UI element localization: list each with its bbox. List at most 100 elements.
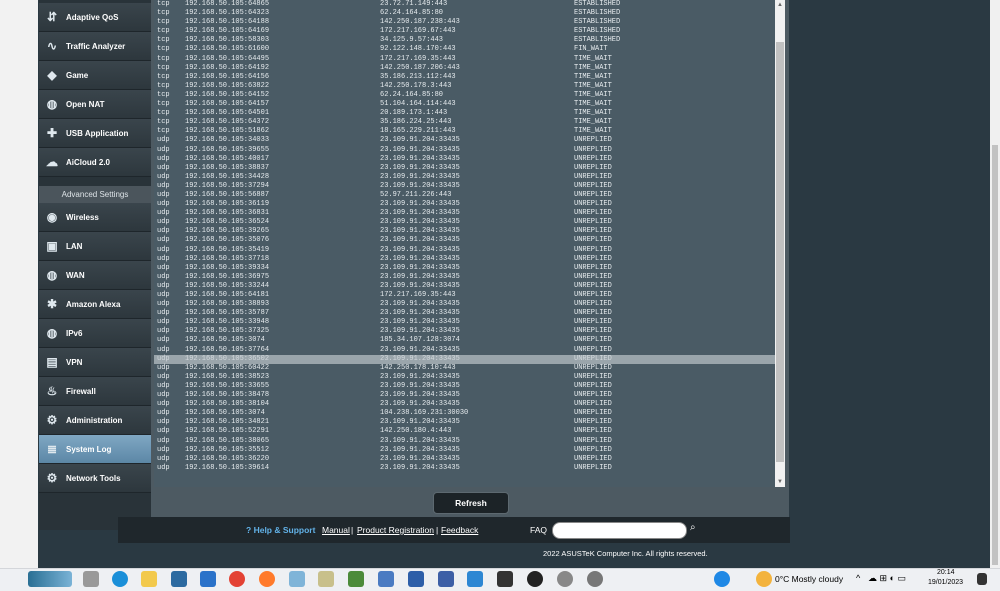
- tray-chevron-icon[interactable]: ^: [856, 573, 860, 583]
- log-protocol: udp: [157, 227, 170, 236]
- app-icon[interactable]: [408, 571, 424, 587]
- log-protocol: udp: [157, 136, 170, 145]
- menu-item-label: Amazon Alexa: [66, 299, 121, 309]
- menu-item-game[interactable]: ◆ Game: [39, 61, 151, 90]
- log-row: udp 192.168.50.105:52291 142.250.180.4:443…: [154, 427, 775, 436]
- mail-icon[interactable]: [200, 571, 216, 587]
- log-protocol: udp: [157, 391, 170, 400]
- app-icon[interactable]: [348, 571, 364, 587]
- task-view-icon[interactable]: [83, 571, 99, 587]
- app-icon[interactable]: [587, 571, 603, 587]
- log-state: UNREPLIED: [574, 209, 612, 218]
- widgets-icon[interactable]: [28, 571, 72, 587]
- menu-item-wan[interactable]: ◍ WAN: [39, 261, 151, 290]
- log-protocol: udp: [157, 400, 170, 409]
- clock-date[interactable]: 19/01/2023: [928, 579, 963, 586]
- log-source: 192.168.50.105:64192: [185, 63, 270, 72]
- log-protocol: udp: [157, 354, 170, 363]
- weather-text[interactable]: 0°C Mostly cloudy: [775, 574, 843, 584]
- log-scrollbar[interactable]: ▲ ▼: [775, 0, 785, 487]
- tray-icons[interactable]: ☁ ⊞ ◐ ▭: [868, 573, 906, 584]
- log-row: tcp 192.168.50.105:61600 92.122.148.170:44…: [154, 45, 775, 54]
- refresh-button[interactable]: Refresh: [433, 492, 509, 514]
- menu-item-traffic-analyzer[interactable]: ∿ Traffic Analyzer: [39, 32, 151, 61]
- log-destination: 172.217.169.35:443: [380, 291, 456, 299]
- clock-time[interactable]: 20:14: [937, 569, 955, 576]
- feedback-link[interactable]: Feedback: [441, 525, 478, 535]
- analyzer-icon: ∿: [46, 39, 58, 53]
- menu-item-administration[interactable]: ⚙ Administration: [39, 406, 151, 435]
- tools-icon: ⚙: [46, 471, 58, 485]
- help-icon[interactable]: [714, 571, 730, 587]
- app-icon[interactable]: [497, 571, 513, 587]
- menu-item-firewall[interactable]: ♨ Firewall: [39, 377, 151, 406]
- log-source: 192.168.50.105:34821: [185, 418, 270, 427]
- search-icon[interactable]: ⌕: [690, 522, 704, 537]
- log-state: TIME_WAIT: [574, 54, 612, 63]
- log-protocol: tcp: [157, 9, 170, 18]
- browser-scrollbar[interactable]: [990, 0, 1000, 568]
- browser-scroll-thumb[interactable]: [992, 145, 998, 565]
- globe-icon: ◍: [46, 268, 58, 282]
- log-state: UNREPLIED: [574, 418, 612, 427]
- menu-item-usb-application[interactable]: ✚ USB Application: [39, 119, 151, 148]
- log-protocol: udp: [157, 418, 170, 427]
- product-registration-link[interactable]: Product Registration: [357, 525, 434, 535]
- log-state: TIME_WAIT: [574, 90, 612, 99]
- cloud-icon: ☁: [46, 155, 58, 169]
- log-state: UNREPLIED: [574, 309, 612, 318]
- menu-item-open-nat[interactable]: ◍ Open NAT: [39, 90, 151, 119]
- menu-item-ipv6[interactable]: ◍ IPv6: [39, 319, 151, 348]
- log-protocol: tcp: [157, 109, 170, 118]
- log-row: udp 192.168.50.105:36524 23.109.91.204:334…: [154, 218, 775, 227]
- log-protocol: udp: [157, 309, 170, 318]
- notification-icon[interactable]: [977, 573, 987, 585]
- app-icon[interactable]: [467, 571, 483, 587]
- chrome-icon[interactable]: [229, 571, 245, 587]
- firefox-icon[interactable]: [259, 571, 275, 587]
- menu-item-network-tools[interactable]: ⚙ Network Tools: [39, 464, 151, 493]
- log-source: 192.168.50.105:36502: [185, 354, 270, 363]
- manual-link[interactable]: Manual: [322, 525, 350, 535]
- store-icon[interactable]: [171, 571, 187, 587]
- app-icon[interactable]: [289, 571, 305, 587]
- log-state: UNREPLIED: [574, 445, 612, 454]
- log-row: udp 192.168.50.105:35076 23.109.91.204:334…: [154, 236, 775, 245]
- scroll-down-icon[interactable]: ▼: [777, 479, 783, 485]
- menu-item-aicloud-2-0[interactable]: ☁ AiCloud 2.0: [39, 148, 151, 177]
- log-destination: 23.109.91.204:33435: [380, 263, 460, 272]
- log-destination: 23.109.91.204:33435: [380, 318, 460, 327]
- footer-separator: |: [436, 525, 439, 535]
- help-icon: ?: [246, 525, 252, 535]
- app-icon[interactable]: [438, 571, 454, 587]
- log-state: UNREPLIED: [574, 291, 612, 299]
- menu-item-wireless[interactable]: ◉ Wireless: [39, 203, 151, 232]
- log-protocol: udp: [157, 363, 170, 372]
- app-icon[interactable]: [318, 571, 334, 587]
- menu-item-lan[interactable]: ▣ LAN: [39, 232, 151, 261]
- edge-icon[interactable]: [112, 571, 128, 587]
- app-icon[interactable]: [527, 571, 543, 587]
- help-support-link[interactable]: ? Help & Support: [246, 525, 315, 535]
- app-icon[interactable]: [378, 571, 394, 587]
- log-row: tcp 192.168.50.105:64169 172.217.169.67:44…: [154, 27, 775, 36]
- log-destination: 172.217.169.67:443: [380, 27, 456, 36]
- log-source: 192.168.50.105:33655: [185, 381, 270, 390]
- log-row: udp 192.168.50.105:3074 104.238.169.231:30…: [154, 409, 775, 418]
- file-explorer-icon[interactable]: [141, 571, 157, 587]
- ipv6-icon: ◍: [46, 326, 58, 340]
- settings-icon[interactable]: [557, 571, 573, 587]
- menu-item-amazon-alexa[interactable]: ✱ Amazon Alexa: [39, 290, 151, 319]
- menu-item-vpn[interactable]: ▤ VPN: [39, 348, 151, 377]
- faq-search-input[interactable]: [552, 522, 687, 539]
- scroll-up-icon[interactable]: ▲: [777, 2, 783, 8]
- log-row: udp 192.168.50.105:38478 23.109.91.204:334…: [154, 391, 775, 400]
- log-destination: 142.250.180.4:443: [380, 427, 452, 436]
- log-state: UNREPLIED: [574, 463, 612, 472]
- menu-item-adaptive-qos[interactable]: ⇵ Adaptive QoS: [39, 3, 151, 32]
- system-log-box[interactable]: tcp 192.168.50.105:64865 23.72.71.149:443 E…: [154, 0, 775, 487]
- menu-item-system-log[interactable]: ≣ System Log: [39, 435, 151, 464]
- log-row: udp 192.168.50.105:64181 172.217.169.35:44…: [154, 291, 775, 300]
- log-scroll-thumb[interactable]: [776, 42, 784, 462]
- log-state: UNREPLIED: [574, 372, 612, 381]
